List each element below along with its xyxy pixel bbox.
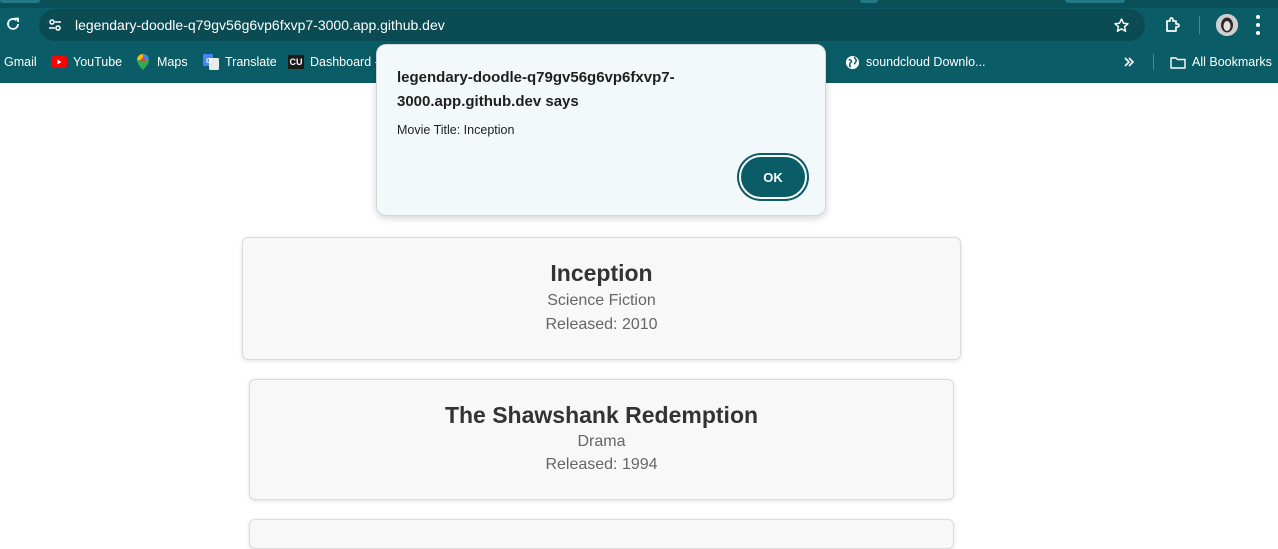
svg-text:G: G [206, 58, 212, 65]
bookmark-gmail[interactable]: Gmail [4, 50, 37, 74]
folder-icon [1170, 54, 1186, 70]
all-bookmarks-label: All Bookmarks [1192, 55, 1272, 69]
site-info-icon[interactable] [45, 15, 65, 35]
dialog-title: legendary-doodle-q79gv56g6vp6fxvp7-3000.… [397, 69, 675, 110]
all-bookmarks-button[interactable]: All Bookmarks [1170, 50, 1272, 74]
bookmarks-divider [1153, 54, 1154, 70]
youtube-icon [51, 54, 67, 70]
browser-menu-icon[interactable] [1255, 15, 1261, 35]
ok-button[interactable]: OK [739, 155, 807, 199]
bookmark-dashboard[interactable]: CU Dashboard - [288, 50, 379, 74]
movie-title: Inception [550, 260, 653, 286]
extensions-icon[interactable] [1162, 14, 1184, 36]
tab-edge[interactable] [860, 0, 878, 3]
movie-genre: Drama [577, 433, 626, 450]
bookmark-youtube[interactable]: YouTube [51, 50, 122, 74]
alert-dialog: legendary-doodle-q79gv56g6vp6fxvp7-3000.… [376, 44, 826, 216]
reload-icon[interactable] [3, 14, 23, 34]
bookmark-label: Dashboard - [310, 55, 379, 69]
bookmark-label: YouTube [73, 55, 123, 69]
url-text[interactable]: legendary-doodle-q79gv56g6vp6fxvp7-3000.… [75, 9, 445, 41]
tab-edge[interactable] [0, 0, 40, 3]
bookmark-maps[interactable]: Maps [135, 50, 188, 74]
clickup-icon: CU [288, 55, 304, 69]
movie-release-year: Released: 2010 [545, 316, 658, 333]
movie-genre: Science Fiction [547, 292, 656, 309]
movie-card [249, 519, 954, 549]
movie-card: The Shawshank Redemption Drama Released:… [249, 379, 954, 500]
movie-card: Inception Science Fiction Released: 2010 [242, 237, 961, 360]
more-bookmarks-icon[interactable] [1123, 50, 1135, 74]
maps-icon [135, 54, 151, 70]
bookmark-label: soundcloud Downlo... [866, 55, 986, 69]
toolbar-divider [1199, 16, 1200, 34]
bookmark-translate[interactable]: G Translate [203, 50, 277, 74]
profile-avatar[interactable] [1216, 14, 1238, 36]
bookmark-label: Gmail [4, 55, 37, 69]
address-bar[interactable]: legendary-doodle-q79gv56g6vp6fxvp7-3000.… [39, 9, 1145, 41]
movie-title: The Shawshank Redemption [444, 402, 759, 428]
movie-release-year: Released: 1994 [545, 456, 658, 473]
tab-edge[interactable] [1065, 0, 1125, 3]
translate-icon: G [203, 54, 219, 70]
dialog-message: Movie Title: Inception [397, 123, 515, 137]
bookmark-star-icon[interactable] [1111, 15, 1131, 35]
bookmark-label: Maps [157, 55, 188, 69]
globe-icon [844, 54, 860, 70]
bookmark-soundcloud[interactable]: soundcloud Downlo... [844, 50, 986, 74]
bookmark-label: Translate [225, 55, 277, 69]
